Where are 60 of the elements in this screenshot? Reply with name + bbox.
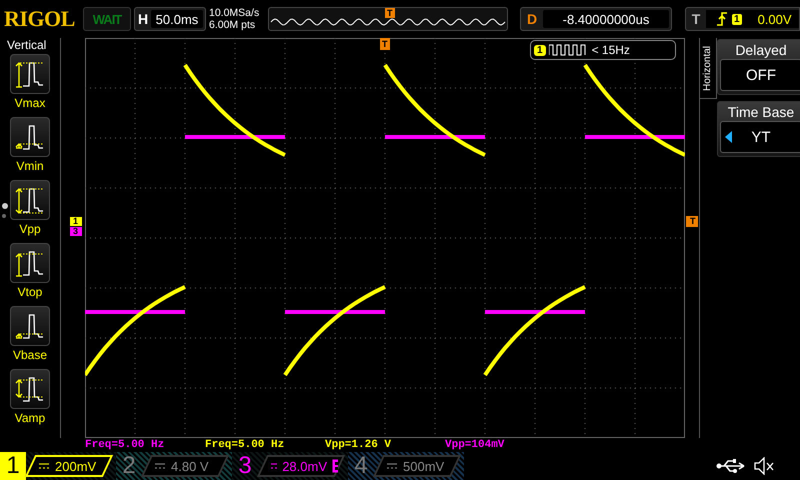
- channel-marker[interactable]: 1: [70, 217, 82, 226]
- run-status: WAIT: [83, 7, 131, 31]
- measure-button[interactable]: [10, 369, 50, 409]
- channel-marker[interactable]: 3: [70, 227, 82, 236]
- logo: RIGOL: [4, 6, 76, 32]
- timebase-value: 50.0ms: [151, 10, 203, 28]
- dc-coupling-icon: [38, 462, 50, 470]
- channel-scale-box[interactable]: 500mV: [372, 455, 462, 477]
- menu-item-value: YT: [751, 128, 771, 146]
- trigger-level-marker[interactable]: T: [686, 216, 698, 227]
- measure-button[interactable]: [10, 54, 50, 94]
- measure-label: Vpp: [19, 221, 41, 238]
- square-wave-icon: [548, 44, 587, 56]
- channel-scale-box[interactable]: 4.80 V: [140, 455, 230, 477]
- dc-coupling-icon: [386, 462, 398, 470]
- measure-label: Vtop: [18, 284, 42, 301]
- menu-title: Horizontal: [702, 45, 714, 91]
- memory-depth: 6.00M pts: [209, 19, 256, 31]
- measurement-readout: Freq=5.00 Hz: [205, 439, 284, 451]
- measure-button[interactable]: [10, 180, 50, 220]
- trigger-channel: 1: [732, 14, 742, 24]
- trigger-level: 0.00V: [758, 12, 792, 26]
- measurement-readout: Vpp=1.26 V: [325, 439, 392, 451]
- channel-scale-box[interactable]: 28.0mV: [256, 455, 346, 477]
- channel-scale-box[interactable]: 200mV: [24, 455, 114, 477]
- menu-item-title: Delayed: [735, 41, 787, 59]
- speaker-muted-icon: [754, 457, 776, 475]
- dc-coupling-icon: [154, 462, 166, 470]
- trigger-position-marker[interactable]: T: [380, 38, 390, 50]
- channel-number[interactable]: 1: [0, 452, 26, 480]
- dc-coupling-icon: [270, 462, 278, 470]
- measure-button[interactable]: [10, 243, 50, 283]
- trigger-label: T: [690, 11, 702, 27]
- left-arrow-icon: [725, 131, 732, 143]
- menu-item-title: Time Base: [728, 103, 794, 121]
- rising-edge-icon: [716, 11, 728, 27]
- menu-item[interactable]: Delayed OFF: [717, 39, 800, 95]
- counter-value: < 15Hz: [592, 43, 630, 57]
- channel-number[interactable]: 3: [232, 452, 258, 480]
- sample-rate: 10.0MSa/s: [209, 7, 260, 19]
- scale-value: 200mV: [55, 458, 96, 474]
- measurement-readout: Freq=5.00 Hz: [85, 439, 164, 451]
- measure-label: Vbase: [12, 347, 48, 364]
- measure-label: Vmax: [14, 95, 46, 112]
- delay-value: -8.40000000us: [543, 10, 669, 28]
- delay-label: D: [526, 11, 538, 27]
- measure-button[interactable]: [10, 306, 50, 346]
- measure-button[interactable]: [10, 117, 50, 157]
- menu-item-value: OFF: [746, 66, 776, 84]
- scale-value: 500mV: [403, 458, 444, 474]
- scale-value: 4.80 V: [171, 458, 209, 474]
- measure-label: Vamp: [14, 410, 46, 427]
- menu-title: Vertical: [6, 38, 46, 52]
- timebase-label: H: [136, 11, 150, 27]
- measure-label: Vmin: [16, 158, 44, 175]
- measurement-readout: Vpp=104mV: [445, 439, 504, 451]
- counter-channel: 1: [534, 44, 546, 56]
- scale-value: 28.0mV: [282, 458, 327, 474]
- menu-item[interactable]: Time Base YT: [717, 101, 800, 157]
- trigger-position-marker: T: [385, 8, 394, 18]
